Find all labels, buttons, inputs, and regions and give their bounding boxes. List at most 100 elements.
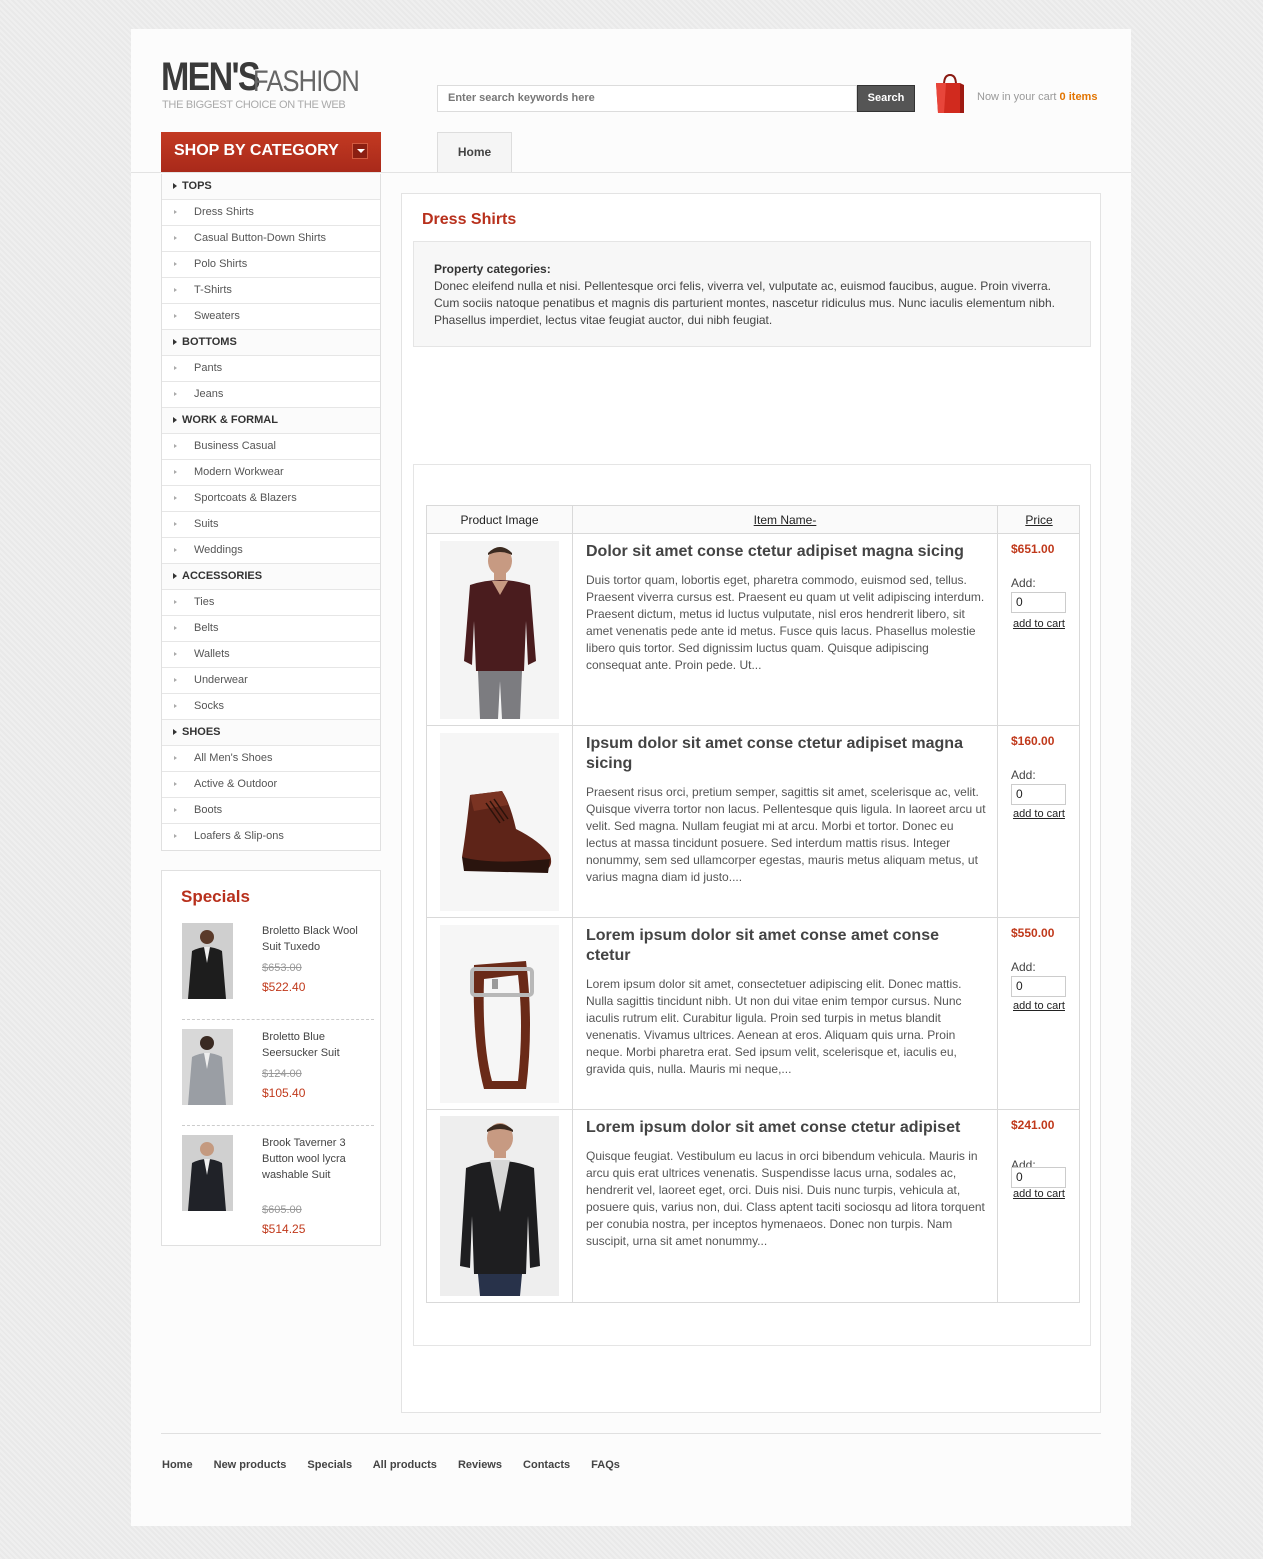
product-image[interactable] — [440, 925, 559, 1103]
category-heading[interactable]: WORK & FORMAL — [162, 408, 380, 434]
add-label: Add: — [1011, 768, 1036, 782]
search-input[interactable]: Enter search keywords here — [437, 85, 857, 112]
category-list: TOPS Dress Shirts Casual Button-Down Shirt… — [161, 174, 381, 851]
footer-link-new-products[interactable]: New products — [214, 1459, 287, 1471]
category-item[interactable]: Belts — [162, 616, 380, 642]
category-item[interactable]: Socks — [162, 694, 380, 720]
table-row: Lorem ipsum dolor sit amet conse ctetur … — [427, 1110, 1079, 1302]
category-item[interactable]: Suits — [162, 512, 380, 538]
category-item[interactable]: All Men's Shoes — [162, 746, 380, 772]
footer-link-all-products[interactable]: All products — [373, 1459, 437, 1471]
logo-mens: MEN'S — [161, 55, 261, 99]
special-name[interactable]: Broletto Blue Seersucker Suit — [262, 1029, 372, 1061]
column-divider — [572, 534, 573, 725]
quantity-input[interactable]: 0 — [1011, 1167, 1066, 1188]
category-item[interactable]: Business Casual — [162, 434, 380, 460]
category-item[interactable]: Sweaters — [162, 304, 380, 330]
header-item-name[interactable]: Item Name- — [573, 513, 997, 527]
table-row: Dolor sit amet conse ctetur adipiset mag… — [427, 534, 1079, 726]
page-title: Dress Shirts — [422, 211, 517, 228]
quantity-input[interactable]: 0 — [1011, 592, 1066, 613]
tab-home[interactable]: Home — [437, 132, 512, 173]
category-item[interactable]: Loafers & Slip-ons — [162, 824, 380, 850]
category-item[interactable]: Underwear — [162, 668, 380, 694]
product-description: Quisque feugiat. Vestibulum eu lacus in … — [586, 1149, 985, 1248]
special-product-image[interactable] — [182, 1135, 233, 1211]
product-image[interactable] — [440, 1116, 559, 1296]
category-item[interactable]: T-Shirts — [162, 278, 380, 304]
special-old-price: $653.00 — [262, 962, 302, 974]
category-item[interactable]: Wallets — [162, 642, 380, 668]
category-item[interactable]: Modern Workwear — [162, 460, 380, 486]
header-price-label[interactable]: Price — [1025, 513, 1052, 527]
footer-link-home[interactable]: Home — [162, 1459, 193, 1471]
quantity-input[interactable]: 0 — [1011, 976, 1066, 997]
footer-divider — [161, 1433, 1101, 1434]
shop-by-category-header[interactable]: SHOP BY CATEGORY — [161, 132, 381, 173]
property-text: Donec eleifend nulla et nisi. Pellentesq… — [434, 279, 1055, 327]
suit-icon — [182, 1135, 233, 1211]
site-logo[interactable]: MEN'S FASHION THE BIGGEST CHOICE ON THE … — [161, 55, 360, 111]
category-heading[interactable]: ACCESSORIES — [162, 564, 380, 590]
product-title[interactable]: Lorem ipsum dolor sit amet conse ctetur … — [586, 1118, 986, 1138]
footer-link-reviews[interactable]: Reviews — [458, 1459, 502, 1471]
category-item[interactable]: Ties — [162, 590, 380, 616]
special-name[interactable]: Brook Taverner 3 Button wool lycra washa… — [262, 1135, 372, 1183]
property-categories-box: Property categories: Donec eleifend null… — [413, 241, 1091, 347]
footer-link-specials[interactable]: Specials — [307, 1459, 352, 1471]
category-item[interactable]: Casual Button-Down Shirts — [162, 226, 380, 252]
main-content: Dress Shirts Property categories: Donec … — [401, 193, 1101, 1413]
footer-link-faqs[interactable]: FAQs — [591, 1459, 620, 1471]
category-item[interactable]: Boots — [162, 798, 380, 824]
product-image[interactable] — [440, 541, 559, 719]
product-price: $651.00 — [1011, 542, 1055, 556]
add-to-cart-link[interactable]: add to cart — [1013, 1000, 1065, 1012]
category-item[interactable]: Polo Shirts — [162, 252, 380, 278]
add-to-cart-link[interactable]: add to cart — [1013, 808, 1065, 820]
product-image[interactable] — [440, 733, 559, 911]
product-title[interactable]: Lorem ipsum dolor sit amet conse amet co… — [586, 926, 986, 966]
specials-divider — [182, 1019, 374, 1020]
table-header-row: Product Image Item Name- Price — [427, 506, 1079, 534]
specials-divider — [182, 1125, 374, 1126]
category-item[interactable]: Pants — [162, 356, 380, 382]
category-item[interactable]: Weddings — [162, 538, 380, 564]
cart-count[interactable]: 0 items — [1060, 91, 1098, 103]
category-heading[interactable]: SHOES — [162, 720, 380, 746]
chevron-down-icon[interactable] — [352, 143, 368, 159]
header-divider — [131, 172, 1131, 173]
category-item[interactable]: Active & Outdoor — [162, 772, 380, 798]
specials-panel: Specials Broletto Black Wool Suit Tuxedo… — [161, 870, 381, 1246]
header-price[interactable]: Price — [998, 513, 1080, 527]
category-item[interactable]: Sportcoats & Blazers — [162, 486, 380, 512]
category-heading[interactable]: BOTTOMS — [162, 330, 380, 356]
specials-title: Specials — [181, 887, 250, 906]
header-product-image: Product Image — [460, 513, 539, 527]
special-name[interactable]: Broletto Black Wool Suit Tuxedo — [262, 923, 372, 955]
special-product-image[interactable] — [182, 1029, 233, 1105]
category-item[interactable]: Dress Shirts — [162, 200, 380, 226]
footer-nav: Home New products Specials All products … — [162, 1459, 638, 1471]
product-price: $241.00 — [1011, 1118, 1055, 1132]
shopping-bag-icon[interactable] — [934, 73, 966, 115]
header-item-name-label[interactable]: Item Name- — [754, 513, 817, 527]
suit-icon — [182, 1029, 233, 1105]
shop-by-category-label: SHOP BY CATEGORY — [174, 142, 339, 159]
category-heading[interactable]: TOPS — [162, 174, 380, 200]
search-button[interactable]: Search — [857, 85, 915, 112]
category-item[interactable]: Jeans — [162, 382, 380, 408]
product-title[interactable]: Dolor sit amet conse ctetur adipiset mag… — [586, 542, 986, 562]
logo-tagline: THE BIGGEST CHOICE ON THE WEB — [162, 99, 346, 111]
quantity-input[interactable]: 0 — [1011, 784, 1066, 805]
product-table: Product Image Item Name- Price Dolor sit… — [426, 505, 1080, 1303]
column-divider — [997, 726, 998, 917]
boot-icon — [440, 733, 559, 911]
product-title[interactable]: Ipsum dolor sit amet conse ctetur adipis… — [586, 734, 986, 774]
column-divider — [997, 534, 998, 725]
special-product-image[interactable] — [182, 923, 233, 999]
suit-icon — [182, 923, 233, 999]
cart-summary[interactable]: Now in your cart 0 items — [977, 91, 1097, 103]
add-to-cart-link[interactable]: add to cart — [1013, 1188, 1065, 1200]
footer-link-contacts[interactable]: Contacts — [523, 1459, 570, 1471]
add-to-cart-link[interactable]: add to cart — [1013, 618, 1065, 630]
